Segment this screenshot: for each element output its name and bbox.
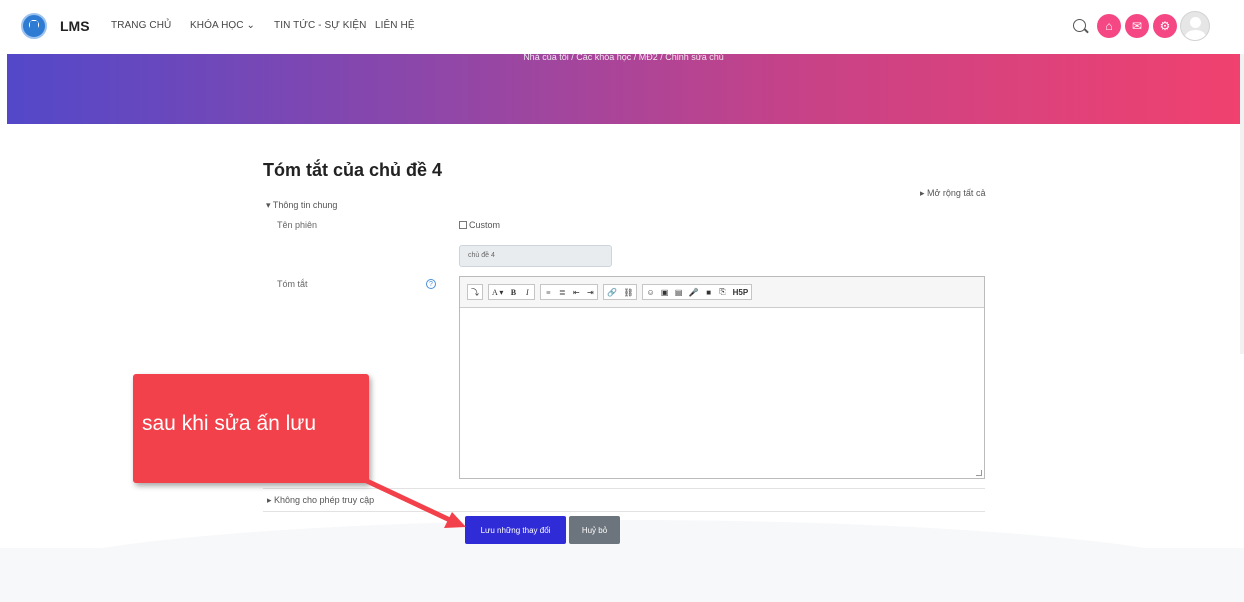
- collapse-toolbar-icon[interactable]: ⤵: [468, 285, 482, 299]
- copy-icon[interactable]: ⎘: [716, 285, 730, 299]
- brand-name[interactable]: LMS: [60, 18, 90, 34]
- outdent-icon[interactable]: ⇤: [569, 285, 583, 299]
- italic-icon[interactable]: I: [520, 285, 534, 299]
- video-icon[interactable]: ■: [702, 285, 716, 299]
- h5p-icon[interactable]: H5P: [730, 285, 752, 299]
- custom-checkbox-row[interactable]: Custom: [459, 220, 500, 230]
- custom-label: Custom: [469, 220, 501, 230]
- media-icon[interactable]: ▤: [672, 285, 686, 299]
- toolbar-group-style: A ▾ B I: [488, 284, 536, 300]
- toolbar-group-media: ☺ ▣ ▤ 🎤 ■ ⎘ H5P: [642, 284, 753, 300]
- custom-checkbox[interactable]: [459, 221, 467, 229]
- page-title: Tóm tắt của chủ đề 4: [263, 160, 443, 180]
- footer-background: [0, 548, 1244, 602]
- cancel-button[interactable]: Huỷ bỏ: [569, 516, 620, 544]
- resize-handle[interactable]: [976, 470, 982, 476]
- section-name-input[interactable]: chủ đề 4: [459, 245, 612, 267]
- toolbar-group-links: 🔗 ⛓: [603, 284, 638, 300]
- ordered-list-icon[interactable]: ≣: [555, 285, 569, 299]
- indent-icon[interactable]: ⇥: [583, 285, 597, 299]
- top-navbar: LMS TRANG CHỦ KHÓA HỌC ⌄ TIN TỨC - SỰ KI…: [0, 0, 1244, 54]
- bold-icon[interactable]: B: [506, 285, 520, 299]
- help-icon[interactable]: ?: [426, 279, 436, 289]
- toolbar-group-lists: ≡ ≣ ⇤ ⇥: [540, 284, 599, 300]
- unordered-list-icon[interactable]: ≡: [541, 285, 555, 299]
- restrict-access-toggle[interactable]: ▸ Không cho phép truy cập: [267, 495, 374, 506]
- nav-item-news[interactable]: TIN TỨC - SỰ KIỆN: [274, 20, 367, 31]
- unlink-icon[interactable]: ⛓: [620, 285, 636, 299]
- toolbar-group-collapse: ⤵: [467, 284, 483, 300]
- summary-label: Tóm tắt: [277, 279, 308, 289]
- microphone-icon[interactable]: 🎤: [686, 285, 702, 299]
- settings-icon[interactable]: ⚙: [1153, 14, 1177, 38]
- scrollbar[interactable]: [1240, 54, 1244, 354]
- summary-editor[interactable]: ⤵ A ▾ B I ≡ ≣ ⇤ ⇥ 🔗 ⛓ ☺ ▣ ▤ 🎤 ■ ⎘ H5P: [459, 276, 985, 479]
- nav-item-courses[interactable]: KHÓA HỌC ⌄: [190, 20, 255, 31]
- general-section-toggle[interactable]: ▾ Thông tin chung: [266, 200, 337, 211]
- emoji-icon[interactable]: ☺: [643, 285, 657, 299]
- divider: [263, 511, 985, 512]
- nav-item-home[interactable]: TRANG CHỦ: [111, 20, 171, 31]
- paragraph-style-icon[interactable]: A ▾: [489, 285, 506, 299]
- save-changes-button[interactable]: Lưu những thay đổi: [465, 516, 566, 544]
- notification-icon[interactable]: ⌂: [1097, 14, 1121, 38]
- annotation-callout: sau khi sửa ấn lưu: [133, 374, 369, 483]
- logo-icon[interactable]: [21, 13, 47, 39]
- divider: [263, 488, 985, 489]
- link-icon[interactable]: 🔗: [604, 285, 620, 299]
- search-icon[interactable]: [1073, 19, 1086, 32]
- nav-item-contact[interactable]: LIÊN HỆ: [375, 20, 415, 31]
- messages-icon[interactable]: ✉: [1125, 14, 1149, 38]
- name-label: Tên phiên: [277, 220, 318, 230]
- image-icon[interactable]: ▣: [658, 285, 672, 299]
- page-banner: Nhà của tôi / Các khóa học / MĐ2 / Chỉnh…: [7, 52, 1240, 124]
- editor-toolbar: ⤵ A ▾ B I ≡ ≣ ⇤ ⇥ 🔗 ⛓ ☺ ▣ ▤ 🎤 ■ ⎘ H5P: [460, 277, 984, 308]
- expand-all-link[interactable]: ▸ Mở rộng tất cả: [920, 188, 985, 199]
- breadcrumb[interactable]: Nhà của tôi / Các khóa học / MĐ2 / Chỉnh…: [7, 52, 1240, 62]
- avatar[interactable]: [1180, 11, 1210, 41]
